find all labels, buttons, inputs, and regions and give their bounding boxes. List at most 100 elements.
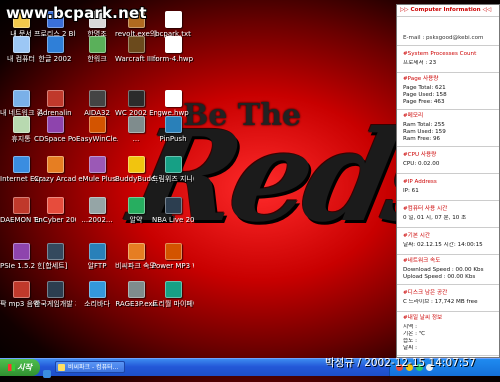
cd-icon — [46, 116, 64, 133]
sidebar-section-title: #네트워크 속도 — [403, 258, 441, 264]
desktop-icon-label: 드림위즈 지니(Genie) — [152, 175, 194, 183]
sidebar-section-title: #디스크 남은 공간 — [403, 290, 448, 296]
network-icon — [12, 90, 30, 107]
app-icon — [88, 197, 106, 214]
music-icon — [12, 281, 30, 298]
sidebar-section-title: #IP Address — [403, 179, 437, 185]
desktop-icon-label: 한글 2002 — [38, 55, 72, 63]
desktop-icon-label: ...2002... — [81, 216, 113, 224]
app-icon — [164, 281, 182, 298]
desktop-icon[interactable]: 비씨파크 속도측정 — [115, 243, 157, 270]
game-icon — [127, 90, 145, 107]
sidebar-info-line: C 드라이브 : 17,742 MB free — [403, 299, 478, 305]
sidebar-info-line: CPU: 0.02.00 — [403, 161, 440, 167]
taskbar-window-button[interactable]: 비씨파크 - 컴퓨터... — [55, 361, 125, 373]
app-icon — [46, 90, 64, 107]
desktop-icon-label: PinPush — [159, 135, 187, 143]
desktop-icon[interactable]: RAGE3P.exe — [115, 281, 157, 308]
desktop-icon[interactable]: [합세트] — [34, 243, 76, 270]
desktop-icon[interactable]: Warcraft III.exe의 바... — [115, 36, 157, 63]
desktop-icon-label: eMule Plus — [78, 175, 116, 183]
emule-icon — [88, 156, 106, 173]
desktop-icon[interactable]: WC 2002 English — [115, 90, 157, 117]
sidebar-section-title: #기본 시간 — [403, 233, 431, 239]
desktop-icon[interactable]: 소리바다 — [76, 281, 118, 308]
desktop-icon[interactable]: 알약 — [115, 197, 157, 224]
sidebar-email[interactable]: E-mail : psksgood@kebi.com — [397, 17, 499, 46]
desktop-icon[interactable]: 드림위즈 지니(Genie) — [152, 156, 194, 183]
sidebar-section: #CPU 사용량 CPU: 0.02.00 — [397, 147, 499, 174]
desktop-icon-label: EasyWinCle... — [76, 135, 118, 143]
sidebar-info-line: 습도 : — [403, 338, 417, 344]
desktop-icon[interactable]: bcpark.txt — [152, 11, 194, 38]
desktop-icon[interactable]: 알FTP — [76, 243, 118, 270]
desktop-icon[interactable]: PinPush — [152, 116, 194, 143]
desktop-icon-label: form-4.hwp — [152, 55, 194, 63]
daemon-icon — [12, 197, 30, 214]
sidebar-info-line: 지역 : — [403, 324, 417, 330]
app-icon — [127, 197, 145, 214]
desktop-icon[interactable]: eMule Plus — [76, 156, 118, 183]
sidebar-info-line: 날짜: 02.12.15 시간: 14:00:15 — [403, 242, 483, 248]
start-button[interactable]: 시작 — [0, 359, 40, 376]
sidebar-info-line: 0 일, 01 시, 07 분, 10 초 — [403, 215, 467, 221]
desktop-icon-label: Warcraft III.exe의 바... — [115, 55, 157, 63]
desktop-icon[interactable]: 트리월 마이페이 — [152, 281, 194, 308]
task-label: 비씨파크 - 컴퓨터... — [68, 364, 119, 371]
app-icon — [88, 116, 106, 133]
quick-launch — [43, 363, 52, 382]
sidebar-info-line: 프로세서 : 23 — [403, 60, 437, 66]
start-label: 시작 — [17, 363, 32, 372]
desktop-icon[interactable]: ...2002... — [76, 197, 118, 224]
desktop-icon[interactable]: BuddyBuddy.e... — [115, 156, 157, 183]
desktop-icon[interactable]: Adrenalin — [34, 90, 76, 117]
desktop-icon-label: EnCyber 2000 — [34, 216, 76, 224]
desktop-icon-label: ... — [132, 135, 140, 143]
sidebar-section: #네트워크 속도 Download Speed : 00.00 Kbs Upload… — [397, 255, 499, 285]
desktop-icon[interactable]: AIDA32 — [76, 90, 118, 117]
desktop-icon[interactable]: Power MP3 WMA Co... — [152, 243, 194, 270]
game-icon — [46, 281, 64, 298]
sidebar-sections: #System Processes Count 프로세서 : 23 #Page 사용… — [397, 46, 499, 357]
desktop-icon[interactable]: form-4.hwp — [152, 36, 194, 63]
sidebar-info-line: Ram Used: 159 — [403, 129, 446, 135]
sidebar-section-title: #내일 날씨 정보 — [403, 315, 443, 321]
app-icon — [164, 116, 182, 133]
desktop-icon-label: Power MP3 WMA Co... — [152, 262, 194, 270]
desktop-icon[interactable]: EnCyber 2000 — [34, 197, 76, 224]
sidebar-section-title: #컴퓨터 사용 시간 — [403, 206, 448, 212]
sidebar-info-line: Upload Speed : 00.00 Kbs — [403, 274, 476, 280]
desktop-icon[interactable]: ... — [115, 116, 157, 143]
desktop-icon[interactable]: EasyWinCle... — [76, 116, 118, 143]
desktop-icon[interactable]: 한워크 — [76, 36, 118, 63]
sidebar-section-title: #CPU 사용량 — [403, 152, 437, 158]
ftp-icon — [88, 243, 106, 260]
author-timestamp-caption: 박성규 / 2002-12-15 14:07:57 — [325, 357, 476, 369]
hwp-file-icon — [164, 36, 182, 53]
computer-icon — [12, 36, 30, 53]
desktop-icon-label: 한국게임개발 게임랩!! — [34, 300, 76, 308]
desktop-icon[interactable]: 한글 2002 — [34, 36, 76, 63]
app-icon — [88, 36, 106, 53]
sidebar-info-line: Download Speed : 00.00 Kbs — [403, 267, 484, 273]
sidebar-info-line: 날씨 : — [403, 345, 417, 351]
hwp-file-icon — [164, 90, 182, 107]
app-icon — [46, 197, 64, 214]
desktop-icon-label: RAGE3P.exe — [115, 300, 157, 308]
sidebar-section-title: #메모리 — [403, 113, 424, 119]
desktop-icon[interactable]: Crazy Arcade — [34, 156, 76, 183]
desktop-icon[interactable]: gwe.hwp — [152, 90, 194, 117]
computer-info-sidebar: ▷▷ Computer Information ◁◁ E-mail : psks… — [396, 4, 500, 358]
desktop-icon-label: 알FTP — [87, 262, 107, 270]
desktop-icon-label: NBA Live 2003 — [152, 216, 194, 224]
ie-icon — [12, 156, 30, 173]
ie-quicklaunch-icon[interactable] — [43, 370, 51, 378]
sidebar-header: ▷▷ Computer Information ◁◁ — [397, 5, 499, 17]
hwp-icon — [46, 36, 64, 53]
desktop-icon[interactable]: NBA Live 2003 — [152, 197, 194, 224]
desktop-icon[interactable]: CDSpace Power+ — [34, 116, 76, 143]
desktop-icon-label: 소리바다 — [84, 300, 110, 308]
desktop-icon-label: 알약 — [129, 216, 143, 224]
desktop-icon[interactable]: 한국게임개발 게임랩!! — [34, 281, 76, 308]
sidebar-section: #내일 날씨 정보 지역 : 기온 : ℃ 습도 : 날씨 : — [397, 312, 499, 356]
